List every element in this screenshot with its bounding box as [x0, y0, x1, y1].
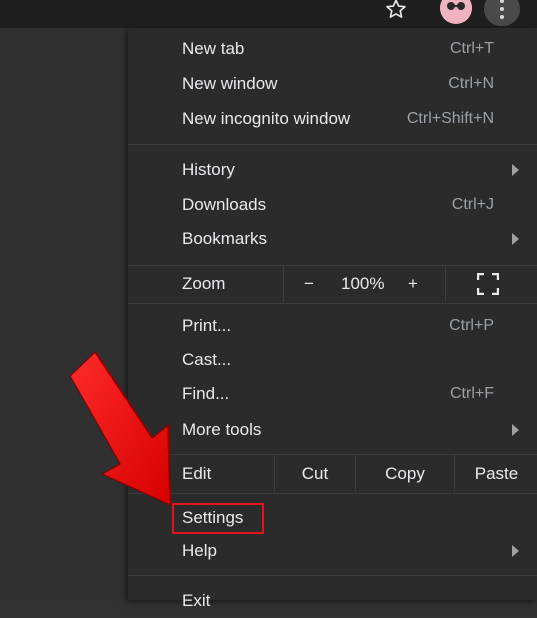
menu-separator	[128, 493, 537, 494]
submenu-arrow-icon	[512, 164, 519, 176]
menu-item-new-incognito-window[interactable]: New incognito window Ctrl+Shift+N	[128, 102, 537, 136]
menu-item-downloads[interactable]: Downloads Ctrl+J	[128, 188, 537, 222]
menu-item-shortcut: Ctrl+T	[450, 40, 494, 57]
zoom-label: Zoom	[182, 274, 226, 293]
menu-item-label: Print...	[182, 316, 232, 335]
menu-item-label: Cast...	[182, 350, 232, 369]
browser-toolbar	[0, 0, 537, 28]
submenu-arrow-icon	[512, 424, 519, 436]
menu-item-find[interactable]: Find... Ctrl+F	[128, 377, 537, 411]
menu-separator	[128, 303, 537, 304]
fullscreen-icon[interactable]	[476, 272, 500, 296]
settings-highlight-box	[172, 503, 264, 534]
menu-item-label: History	[182, 160, 235, 179]
menu-item-label: More tools	[182, 420, 262, 439]
copy-label: Copy	[385, 463, 425, 483]
menu-item-label: New incognito window	[182, 109, 351, 128]
menu-separator	[128, 575, 537, 576]
menu-item-label: Bookmarks	[182, 229, 268, 248]
menu-item-more-tools[interactable]: More tools	[128, 413, 537, 447]
menu-item-print[interactable]: Print... Ctrl+P	[128, 309, 537, 343]
cut-button[interactable]: Cut	[274, 455, 355, 492]
more-options-icon[interactable]	[484, 0, 520, 26]
menu-item-label: New window	[182, 74, 278, 93]
zoom-divider	[445, 266, 446, 302]
zoom-level: 100%	[341, 274, 385, 293]
menu-item-label: Exit	[182, 591, 211, 610]
zoom-in-button[interactable]: +	[408, 274, 418, 294]
menu-separator	[128, 144, 537, 145]
menu-item-shortcut: Ctrl+N	[448, 75, 494, 92]
submenu-arrow-icon	[512, 545, 519, 557]
menu-item-help[interactable]: Help	[128, 534, 537, 568]
menu-item-new-tab[interactable]: New tab Ctrl+T	[128, 32, 537, 66]
profile-avatar[interactable]	[440, 0, 472, 24]
paste-label: Paste	[474, 463, 519, 483]
menu-item-shortcut: Ctrl+F	[450, 385, 494, 402]
menu-item-exit[interactable]: Exit	[128, 584, 537, 618]
menu-item-bookmarks[interactable]: Bookmarks	[128, 222, 537, 256]
edit-label: Edit	[182, 463, 212, 483]
menu-item-new-window[interactable]: New window Ctrl+N	[128, 67, 537, 101]
menu-item-shortcut: Ctrl+P	[449, 317, 494, 334]
menu-item-shortcut: Ctrl+Shift+N	[406, 110, 494, 127]
bookmark-star-icon[interactable]	[384, 0, 408, 21]
menu-item-label: Help	[182, 541, 217, 560]
edit-row: Edit Cut Copy Paste	[128, 455, 537, 492]
menu-item-cast[interactable]: Cast...	[128, 343, 537, 377]
zoom-divider	[283, 266, 284, 302]
menu-item-shortcut: Ctrl+J	[451, 196, 494, 213]
zoom-row: Zoom − 100% +	[128, 266, 537, 302]
cut-label: Cut	[301, 463, 329, 483]
copy-button[interactable]: Copy	[355, 455, 454, 492]
submenu-arrow-icon	[512, 233, 519, 245]
menu-item-label: New tab	[182, 39, 245, 58]
zoom-out-button[interactable]: −	[304, 274, 314, 294]
menu-item-history[interactable]: History	[128, 153, 537, 187]
paste-button[interactable]: Paste	[454, 455, 537, 492]
menu-item-label: Downloads	[182, 195, 267, 214]
page-content	[0, 28, 128, 600]
menu-item-label: Find...	[182, 384, 230, 403]
